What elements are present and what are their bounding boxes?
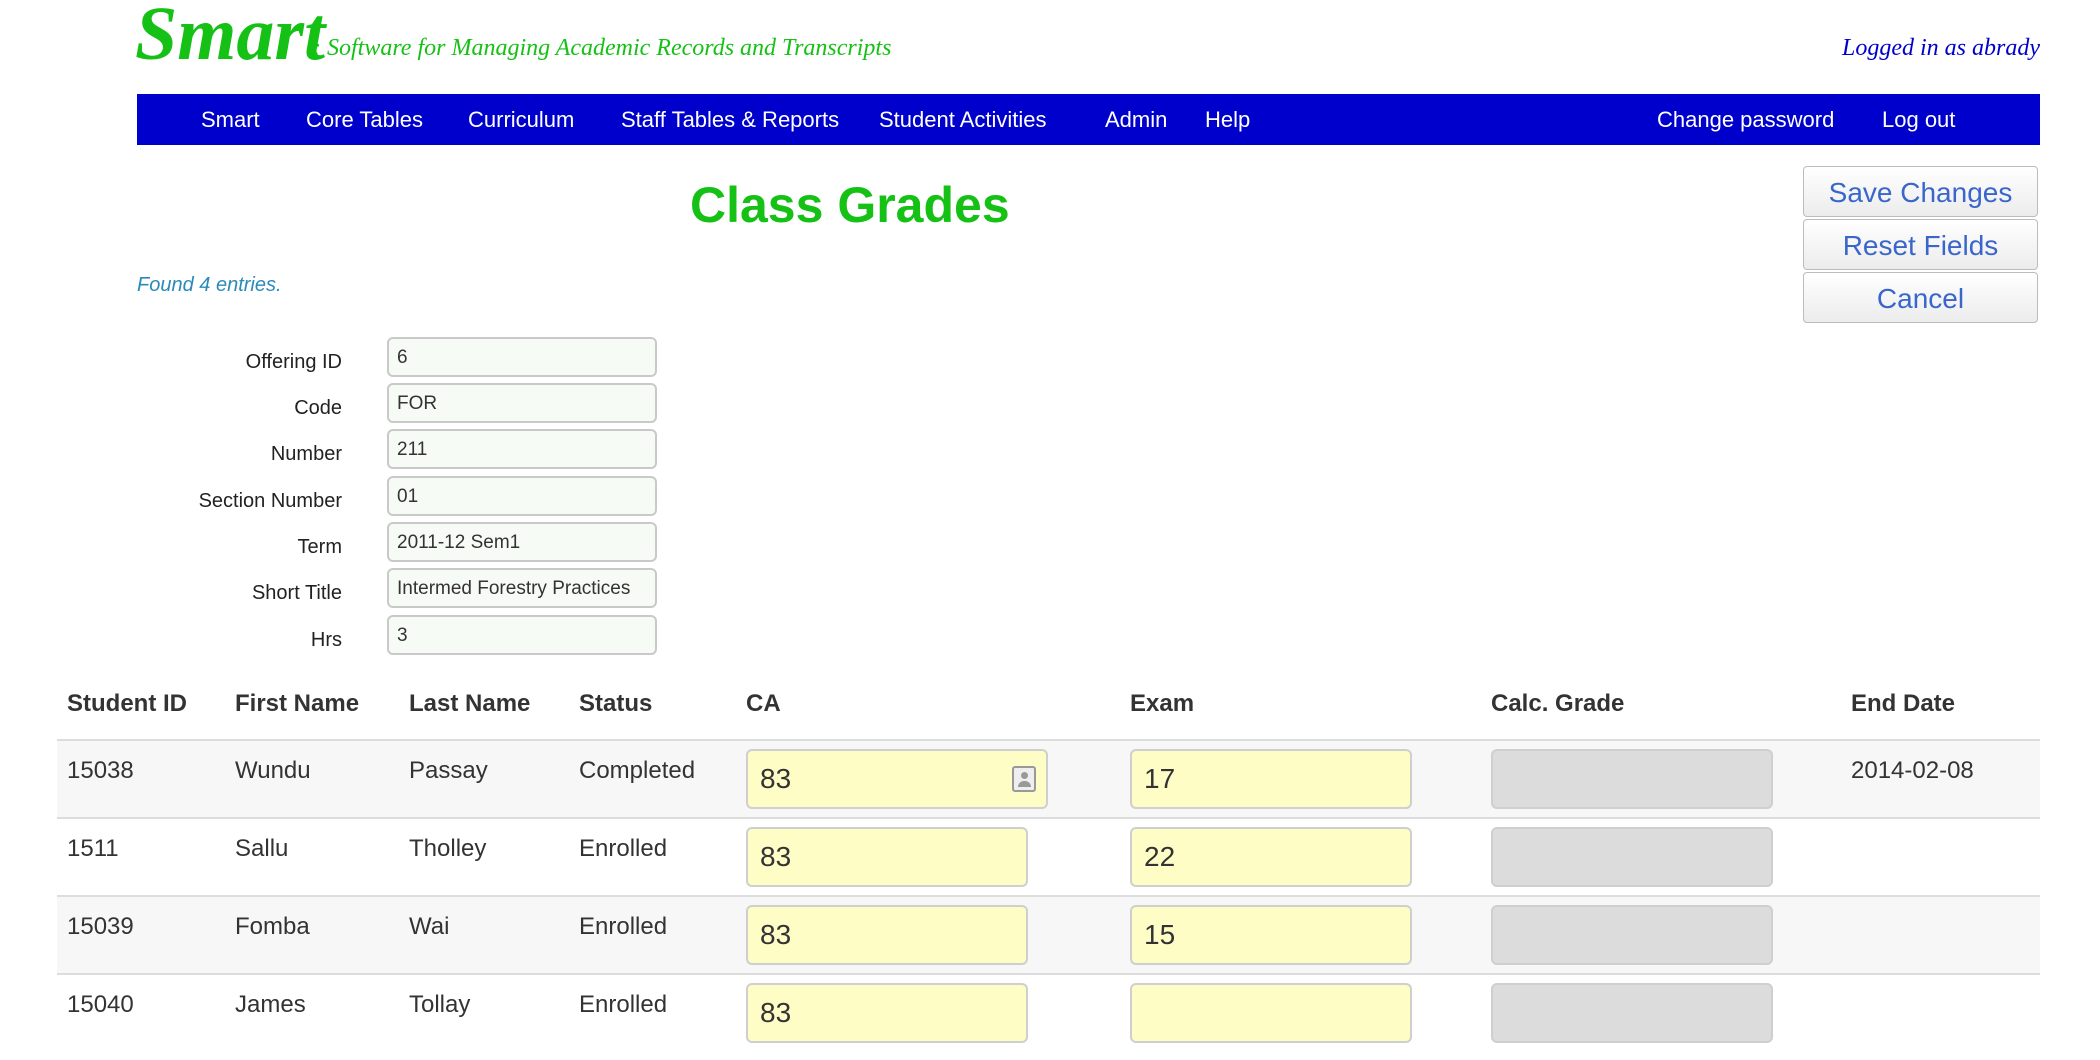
nav-admin[interactable]: Admin xyxy=(1105,94,1167,145)
term-field[interactable]: 2011-12 Sem1 xyxy=(387,522,657,562)
status-cell: Enrolled xyxy=(579,835,668,862)
offering-id-row: Offering ID 6 xyxy=(137,337,657,377)
exam-input[interactable]: 22 xyxy=(1130,827,1412,887)
student-id-cell: 1511 xyxy=(67,835,119,862)
student-id-cell: 15038 xyxy=(67,757,134,784)
header-calc-grade: Calc. Grade xyxy=(1491,690,1625,717)
code-row: Code FOR xyxy=(137,383,657,423)
student-id-cell: 15039 xyxy=(67,913,134,940)
main-navbar: Smart Core Tables Curriculum Staff Table… xyxy=(137,94,2040,145)
section-number-label: Section Number xyxy=(198,490,342,512)
calc-grade-field xyxy=(1491,905,1773,965)
ca-input[interactable]: 83 xyxy=(746,827,1028,887)
nav-help[interactable]: Help xyxy=(1205,94,1250,145)
section-number-row: Section Number 01 xyxy=(137,476,657,516)
first-name-cell: Wundu xyxy=(235,757,311,784)
nav-change-password[interactable]: Change password xyxy=(1657,94,1834,145)
header-end-date: End Date xyxy=(1851,690,1956,717)
hrs-field[interactable]: 3 xyxy=(387,615,657,655)
last-name-cell: Tollay xyxy=(409,991,471,1018)
table-row: 1511 Sallu Tholley Enrolled 83 22 xyxy=(57,817,2040,897)
header-first-name: First Name xyxy=(235,690,360,717)
table-row: 15040 James Tollay Enrolled 83 xyxy=(57,973,2040,1053)
brand-tagline: : Software for Managing Academic Records… xyxy=(313,35,892,61)
table-row: 15039 Fomba Wai Enrolled 83 15 xyxy=(57,895,2040,975)
term-row: Term 2011-12 Sem1 xyxy=(137,522,657,562)
offering-id-label: Offering ID xyxy=(245,351,342,373)
header-last-name: Last Name xyxy=(409,690,531,717)
action-buttons: Save Changes Reset Fields Cancel xyxy=(1803,166,2038,325)
ca-input[interactable]: 83 xyxy=(746,983,1028,1043)
found-entries-message: Found 4 entries. xyxy=(137,274,282,296)
cancel-button[interactable]: Cancel xyxy=(1803,272,2038,323)
term-label: Term xyxy=(297,536,342,558)
short-title-label: Short Title xyxy=(251,582,342,604)
page-title: Class Grades xyxy=(690,177,1010,233)
status-cell: Completed xyxy=(579,757,696,784)
first-name-cell: Fomba xyxy=(235,913,310,940)
status-cell: Enrolled xyxy=(579,913,668,940)
number-field[interactable]: 211 xyxy=(387,429,657,469)
contact-card-icon[interactable] xyxy=(1012,766,1036,792)
calc-grade-field xyxy=(1491,827,1773,887)
nav-staff-tables-reports[interactable]: Staff Tables & Reports xyxy=(621,94,839,145)
short-title-row: Short Title Intermed Forestry Practices xyxy=(137,568,657,608)
code-label: Code xyxy=(294,397,342,419)
header-ca: CA xyxy=(746,690,781,717)
offering-id-field[interactable]: 6 xyxy=(387,337,657,377)
nav-curriculum[interactable]: Curriculum xyxy=(468,94,574,145)
header-student-id: Student ID xyxy=(67,690,187,717)
ca-input[interactable]: 83 xyxy=(746,905,1028,965)
table-row: 15038 Wundu Passay Completed 83 17 2014-… xyxy=(57,739,2040,819)
short-title-field[interactable]: Intermed Forestry Practices xyxy=(387,568,657,608)
end-date-cell: 2014-02-08 xyxy=(1851,757,1974,784)
header-status: Status xyxy=(579,690,653,717)
calc-grade-field xyxy=(1491,749,1773,809)
ca-input[interactable]: 83 xyxy=(746,749,1048,809)
save-changes-button[interactable]: Save Changes xyxy=(1803,166,2038,217)
app-header: Smart : Software for Managing Academic R… xyxy=(135,0,2040,92)
nav-student-activities[interactable]: Student Activities xyxy=(879,94,1047,145)
first-name-cell: Sallu xyxy=(235,835,289,862)
exam-input[interactable] xyxy=(1130,983,1412,1043)
last-name-cell: Wai xyxy=(409,913,450,940)
exam-input[interactable]: 17 xyxy=(1130,749,1412,809)
logged-in-status: Logged in as abrady xyxy=(1842,35,2040,61)
brand-logo: Smart xyxy=(135,0,326,76)
first-name-cell: James xyxy=(235,991,306,1018)
last-name-cell: Passay xyxy=(409,757,488,784)
calc-grade-field xyxy=(1491,983,1773,1043)
number-row: Number 211 xyxy=(137,429,657,469)
ca-value: 83 xyxy=(760,763,792,794)
section-number-field[interactable]: 01 xyxy=(387,476,657,516)
hrs-label: Hrs xyxy=(310,629,342,651)
number-label: Number xyxy=(270,443,342,465)
code-field[interactable]: FOR xyxy=(387,383,657,423)
nav-smart[interactable]: Smart xyxy=(201,94,260,145)
last-name-cell: Tholley xyxy=(409,835,487,862)
nav-core-tables[interactable]: Core Tables xyxy=(306,94,423,145)
student-id-cell: 15040 xyxy=(67,991,134,1018)
reset-fields-button[interactable]: Reset Fields xyxy=(1803,219,2038,270)
nav-log-out[interactable]: Log out xyxy=(1882,94,1955,145)
hrs-row: Hrs 3 xyxy=(137,615,657,655)
status-cell: Enrolled xyxy=(579,991,668,1018)
exam-input[interactable]: 15 xyxy=(1130,905,1412,965)
header-exam: Exam xyxy=(1130,690,1195,717)
